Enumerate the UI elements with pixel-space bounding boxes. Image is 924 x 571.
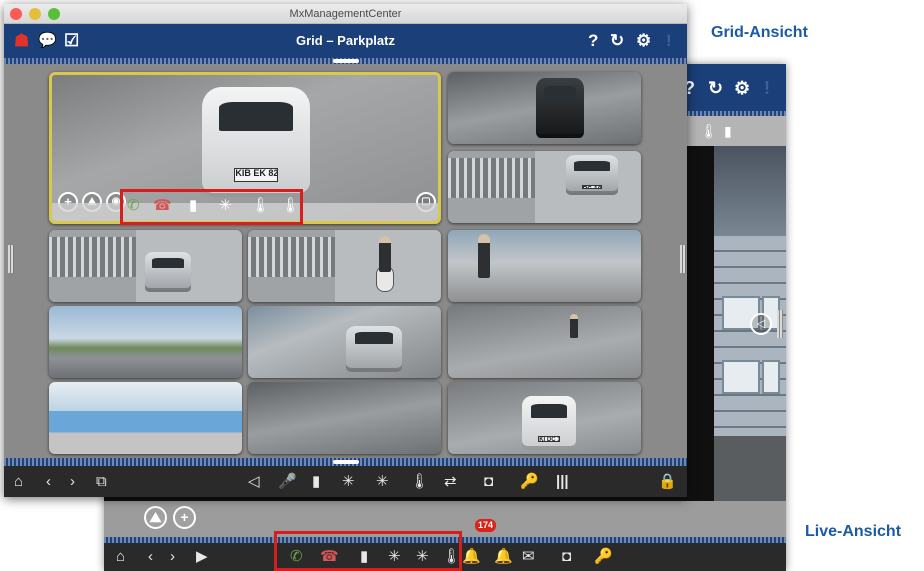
microphone-icon[interactable]: 🎤 xyxy=(278,471,297,493)
call-accept-icon[interactable]: ✆ xyxy=(127,196,140,216)
window-titlebar: MxManagementCenter xyxy=(4,4,687,24)
bell-icon[interactable]: 🔔 xyxy=(494,546,513,568)
back-icon[interactable]: ‹ xyxy=(148,546,153,568)
door-icon[interactable]: ▮ xyxy=(189,196,197,216)
light-icon[interactable]: ! xyxy=(764,78,770,98)
speaker-icon[interactable]: ◁ xyxy=(248,471,260,493)
thermometer-icon[interactable]: 🌡 xyxy=(700,123,718,140)
building-facade xyxy=(714,236,786,436)
play-icon[interactable]: ▶ xyxy=(196,546,208,568)
barcode-icon[interactable]: ||| xyxy=(556,471,569,493)
key-icon[interactable]: 🔑 xyxy=(520,471,539,493)
back-icon[interactable]: ‹ xyxy=(46,471,51,493)
door-icon[interactable]: ▮ xyxy=(724,123,732,140)
live-door-controls-highlight xyxy=(274,531,462,571)
help-icon[interactable]: ? xyxy=(588,32,598,50)
bottom-drag-handle[interactable] xyxy=(333,460,359,464)
alarm-count-badge: 174 xyxy=(475,519,497,532)
grid-view-window: MxManagementCenter ☗ 💬 ☑ Grid – Parkplat… xyxy=(4,4,687,497)
grid-toolbar: ☗ 💬 ☑ Grid – Parkplatz ? ↻ ⚙ ! xyxy=(4,24,687,58)
toolbar-drag-handle[interactable] xyxy=(333,59,359,63)
camera-tile-10[interactable] xyxy=(49,382,242,454)
camera-tile-4[interactable] xyxy=(49,230,242,302)
camera-grid: KIB EK 825 + ⛰ ◉ ▢ PS 1063 xyxy=(4,64,687,458)
call-end-icon[interactable]: ☎ xyxy=(153,196,172,216)
speaker-side-button[interactable]: ◁ xyxy=(750,313,772,335)
forward-icon[interactable]: › xyxy=(70,471,75,493)
camera-icon[interactable]: ◘ xyxy=(484,471,493,493)
light-icon[interactable]: ✳ xyxy=(342,471,355,493)
camera-tile-6[interactable] xyxy=(448,230,641,302)
camera-tile-9[interactable] xyxy=(448,306,641,378)
light-icon[interactable]: ✳ xyxy=(376,471,389,493)
scene-icon[interactable]: ⛰ xyxy=(144,506,167,529)
camera-tile-5[interactable] xyxy=(248,230,441,302)
camera-tile-2[interactable] xyxy=(448,72,641,144)
sidebar-handle-right[interactable] xyxy=(680,245,686,273)
camera-tile-12[interactable]: KI DC 1000 xyxy=(448,382,641,454)
camera-tile-3[interactable]: PS 1063 xyxy=(448,151,641,223)
home-icon[interactable]: ⌂ xyxy=(14,471,23,493)
view-title: Grid – Parkplatz xyxy=(296,33,395,48)
thermometer-icon[interactable]: 🌡 xyxy=(251,196,270,216)
door-controls-bar: ✆ ☎ ▮ ✳ 🌡 🌡 xyxy=(123,192,300,222)
camera-icon[interactable]: ◘ xyxy=(562,546,571,568)
camera-tile-11[interactable] xyxy=(248,382,441,454)
add-icon[interactable]: + xyxy=(173,506,196,529)
thermometer-icon[interactable]: 🌡 xyxy=(410,471,429,493)
key-icon[interactable]: 🔑 xyxy=(594,546,613,568)
camera-tile-8[interactable] xyxy=(248,306,441,378)
switch-icon[interactable]: ⇄ xyxy=(444,471,457,493)
sidebar-handle-right[interactable] xyxy=(777,310,783,338)
settings-icon[interactable]: ⚙ xyxy=(734,78,750,98)
layout-icon[interactable]: ⧉ xyxy=(96,471,107,493)
grid-view-caption: Grid-Ansicht xyxy=(711,24,808,41)
thermometer-icon[interactable]: 🌡 xyxy=(281,196,300,216)
grid-bottom-toolbar: ⌂ ‹ › ⧉ ◁ 🎤 ▮ ✳ ✳ 🌡 ⇄ ◘ 🔑 ||| 🔒 xyxy=(4,466,687,497)
sidebar-handle-left[interactable] xyxy=(8,245,14,273)
car: KIB EK 825 xyxy=(202,87,310,197)
camera-tile-7[interactable] xyxy=(49,306,242,378)
reload-icon[interactable]: ↻ xyxy=(708,78,723,98)
license-plate: KIB EK 825 xyxy=(234,168,278,182)
home-icon[interactable]: ⌂ xyxy=(116,546,125,568)
light-icon[interactable]: ! xyxy=(666,32,672,50)
window-title: MxManagementCenter xyxy=(289,8,402,20)
alarm-bell-icon[interactable]: 🔔 xyxy=(462,546,481,568)
door-icon[interactable]: ▮ xyxy=(312,471,320,493)
lock-icon[interactable]: 🔒 xyxy=(658,471,677,493)
forward-icon[interactable]: › xyxy=(170,546,175,568)
composite-screenshot: Grid-Ansicht Live-Ansicht ? ↻ ⚙ ! 🌡 ▮ ◁ … xyxy=(0,0,924,571)
live-view-caption: Live-Ansicht xyxy=(805,523,902,540)
reload-icon[interactable]: ↻ xyxy=(610,32,624,50)
settings-icon[interactable]: ⚙ xyxy=(636,32,651,50)
mail-icon[interactable]: ✉ xyxy=(522,546,535,568)
light-icon[interactable]: ✳ xyxy=(219,196,232,216)
